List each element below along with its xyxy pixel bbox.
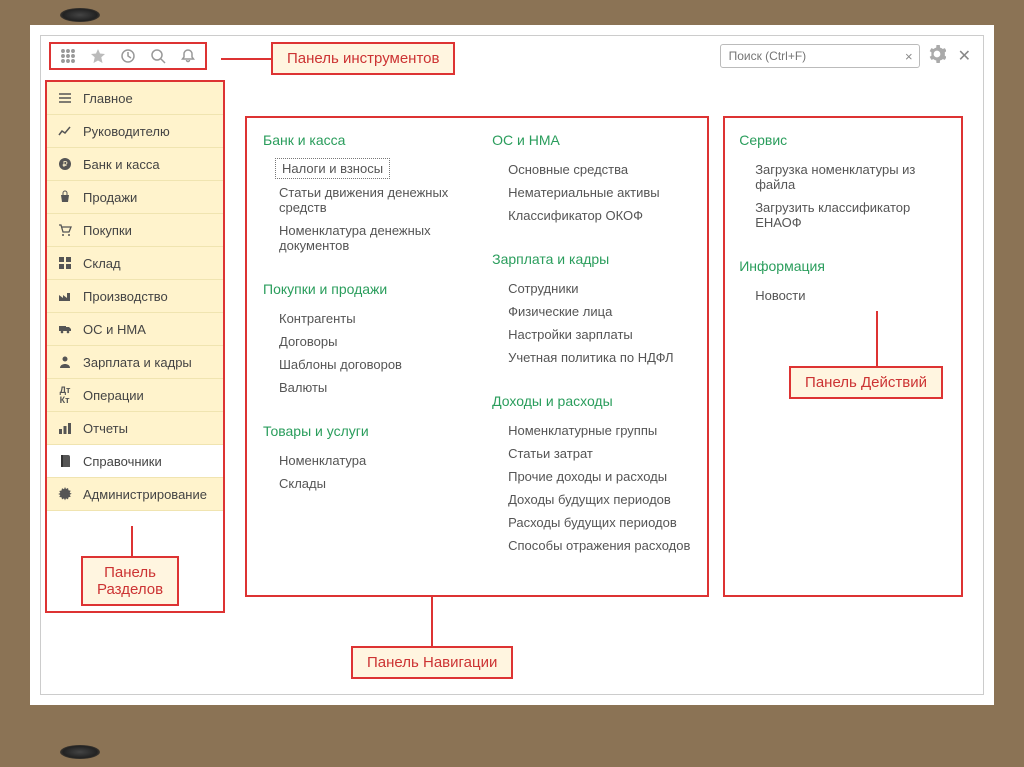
nav-item[interactable]: Учетная политика по НДФЛ	[492, 346, 691, 369]
nav-item[interactable]: Договоры	[263, 330, 462, 353]
actions-group-title: Сервис	[739, 132, 947, 148]
nav-group-title: ОС и НМА	[492, 132, 691, 148]
sidebar-label: Администрирование	[83, 487, 207, 502]
gear-icon	[57, 486, 73, 502]
nav-group-title: Банк и касса	[263, 132, 462, 148]
sidebar-label: Операции	[83, 388, 144, 403]
boxes-icon	[57, 255, 73, 271]
nav-item[interactable]: Нематериальные активы	[492, 181, 691, 204]
sidebar-item-directories[interactable]: Справочники	[47, 445, 223, 478]
sidebar-item-sales[interactable]: Продажи	[47, 181, 223, 214]
nav-item[interactable]: Расходы будущих периодов	[492, 511, 691, 534]
search-input[interactable]	[727, 48, 905, 64]
sidebar-item-reports[interactable]: Отчеты	[47, 412, 223, 445]
truck-icon	[57, 321, 73, 337]
sidebar-item-hr[interactable]: Зарплата и кадры	[47, 346, 223, 379]
apps-icon[interactable]	[59, 47, 77, 65]
nav-col-1: Банк и касса Налоги и взносы Статьи движ…	[263, 132, 462, 581]
sidebar-item-main[interactable]: Главное	[47, 82, 223, 115]
bars-icon	[57, 420, 73, 436]
bag-icon	[57, 189, 73, 205]
settings-icon[interactable]	[928, 45, 946, 68]
callout-navigation: Панель Навигации	[351, 646, 513, 679]
svg-text:₽: ₽	[62, 160, 67, 169]
search-box[interactable]: ×	[720, 44, 920, 68]
sidebar-label: Склад	[83, 256, 121, 271]
actions-item[interactable]: Загрузить классификатор ЕНАОФ	[739, 196, 947, 234]
app-window: × ✕ Панель инструментов Главное	[40, 35, 984, 695]
ruble-icon: ₽	[57, 156, 73, 172]
nav-item[interactable]: Физические лица	[492, 300, 691, 323]
chart-line-icon	[57, 123, 73, 139]
sidebar-item-stock[interactable]: Склад	[47, 247, 223, 280]
sidebar-label: Продажи	[83, 190, 137, 205]
nav-item[interactable]: Настройки зарплаты	[492, 323, 691, 346]
nav-item[interactable]: Номенклатура денежных документов	[263, 219, 462, 257]
sidebar-item-admin[interactable]: Администрирование	[47, 478, 223, 511]
sidebar-label: Главное	[83, 91, 133, 106]
nav-item[interactable]: Доходы будущих периодов	[492, 488, 691, 511]
factory-icon	[57, 288, 73, 304]
nav-item[interactable]: Статьи затрат	[492, 442, 691, 465]
nav-item[interactable]: Склады	[263, 472, 462, 495]
search-icon[interactable]	[149, 47, 167, 65]
nav-item[interactable]: Контрагенты	[263, 307, 462, 330]
bell-icon[interactable]	[179, 47, 197, 65]
callout-sections: Панель Разделов	[81, 556, 179, 606]
clear-search-icon[interactable]: ×	[905, 49, 913, 64]
nav-item[interactable]: Налоги и взносы	[275, 158, 390, 179]
sidebar-label: Справочники	[83, 454, 162, 469]
callout-toolbar: Панель инструментов	[271, 42, 455, 75]
sidebar-label: Зарплата и кадры	[83, 355, 192, 370]
nav-item[interactable]: Шаблоны договоров	[263, 353, 462, 376]
toolbar: × ✕	[41, 36, 983, 76]
nav-group-title: Зарплата и кадры	[492, 251, 691, 267]
close-icon[interactable]: ✕	[954, 46, 975, 66]
nav-item[interactable]: Сотрудники	[492, 277, 691, 300]
navigation-panel: Банк и касса Налоги и взносы Статьи движ…	[245, 116, 709, 597]
actions-item[interactable]: Загрузка номенклатуры из файла	[739, 158, 947, 196]
sidebar-panel: Главное Руководителю ₽ Банк и касса Прод…	[45, 80, 225, 613]
sidebar-label: Покупки	[83, 223, 132, 238]
nav-item[interactable]: Способы отражения расходов	[492, 534, 691, 557]
nav-item[interactable]: Номенклатурные группы	[492, 419, 691, 442]
content-area: Банк и касса Налоги и взносы Статьи движ…	[225, 76, 983, 617]
callout-actions: Панель Действий	[789, 366, 943, 399]
sidebar-label: Руководителю	[83, 124, 170, 139]
sidebar-item-production[interactable]: Производство	[47, 280, 223, 313]
nav-item[interactable]: Статьи движения денежных средств	[263, 181, 462, 219]
nav-col-2: ОС и НМА Основные средства Нематериальны…	[492, 132, 691, 581]
nav-item[interactable]: Валюты	[263, 376, 462, 399]
nav-group-title: Доходы и расходы	[492, 393, 691, 409]
sidebar-item-operations[interactable]: ДтКт Операции	[47, 379, 223, 412]
actions-group-title: Информация	[739, 258, 947, 274]
book-icon	[57, 453, 73, 469]
star-icon[interactable]	[89, 47, 107, 65]
nav-group-title: Покупки и продажи	[263, 281, 462, 297]
menu-icon	[57, 90, 73, 106]
nav-item[interactable]: Номенклатура	[263, 449, 462, 472]
toolbar-icons-group	[49, 42, 207, 70]
sidebar-item-purchases[interactable]: Покупки	[47, 214, 223, 247]
sidebar-label: Банк и касса	[83, 157, 160, 172]
sidebar-item-manager[interactable]: Руководителю	[47, 115, 223, 148]
nav-item[interactable]: Классификатор ОКОФ	[492, 204, 691, 227]
nav-item[interactable]: Основные средства	[492, 158, 691, 181]
sidebar-label: Производство	[83, 289, 168, 304]
sidebar-item-assets[interactable]: ОС и НМА	[47, 313, 223, 346]
sidebar-label: ОС и НМА	[83, 322, 146, 337]
sidebar-item-bank[interactable]: ₽ Банк и касса	[47, 148, 223, 181]
dk-icon: ДтКт	[57, 387, 73, 403]
actions-item[interactable]: Новости	[739, 284, 947, 307]
history-icon[interactable]	[119, 47, 137, 65]
nav-group-title: Товары и услуги	[263, 423, 462, 439]
sidebar-label: Отчеты	[83, 421, 128, 436]
actions-panel: Сервис Загрузка номенклатуры из файла За…	[723, 116, 963, 597]
nav-item[interactable]: Прочие доходы и расходы	[492, 465, 691, 488]
cart-icon	[57, 222, 73, 238]
person-icon	[57, 354, 73, 370]
